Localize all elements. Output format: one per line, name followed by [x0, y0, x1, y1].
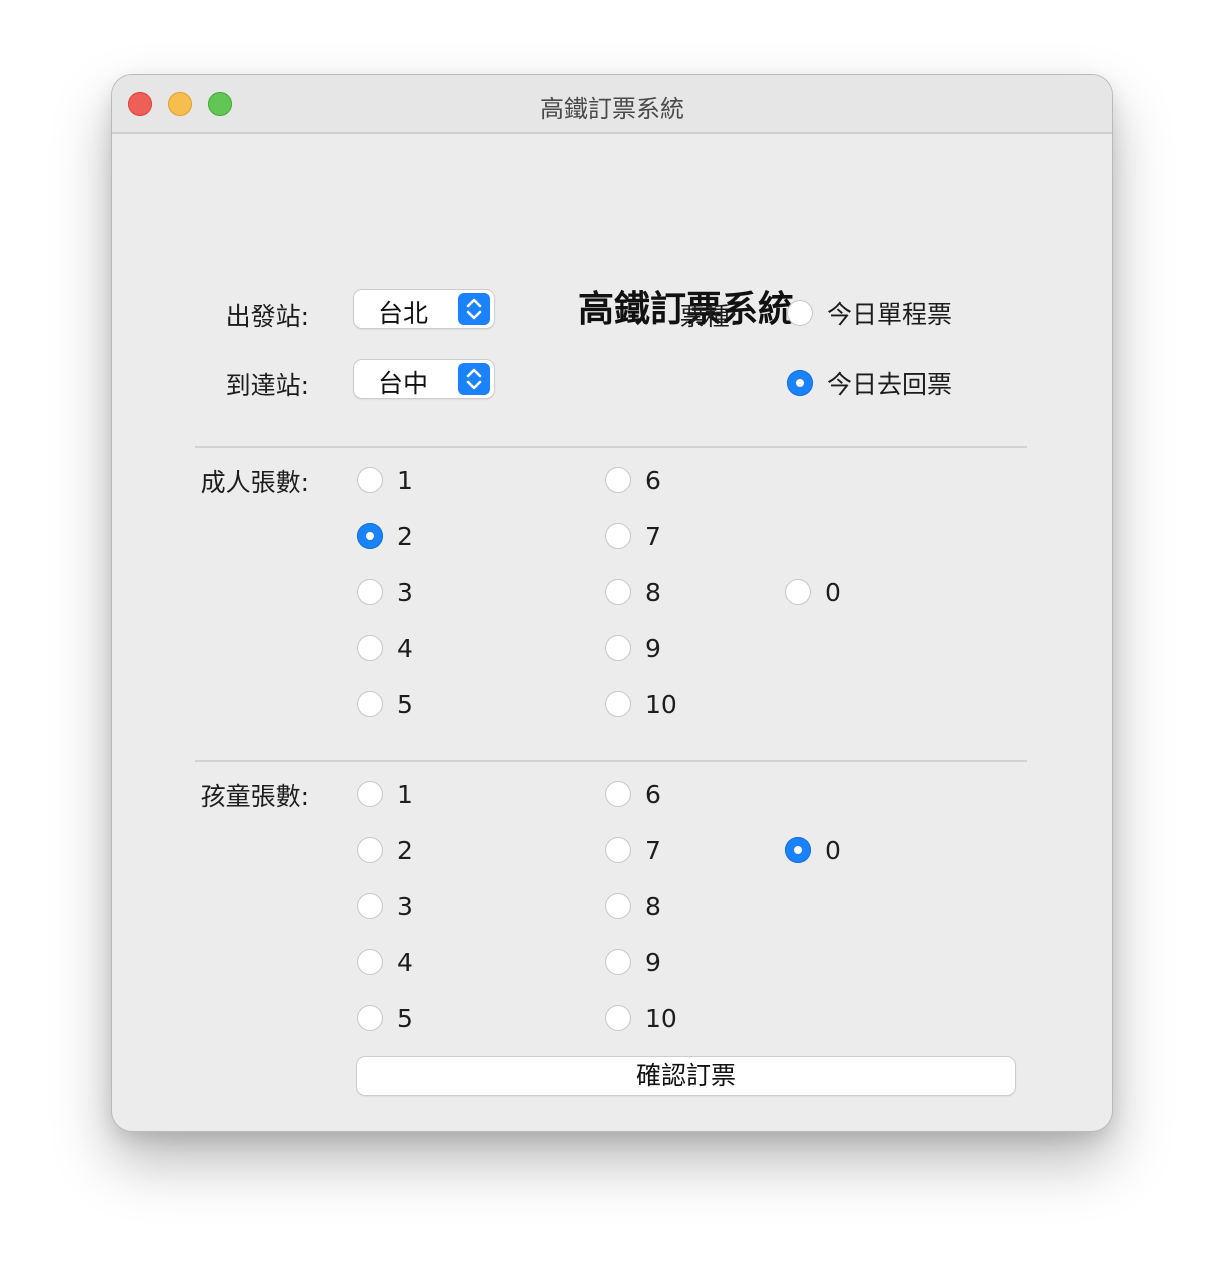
radio-circle	[357, 893, 383, 919]
radio-label: 6	[645, 779, 661, 809]
confirm-booking-button[interactable]: 確認訂票	[357, 1057, 1015, 1095]
radio-label: 0	[825, 835, 841, 865]
radio-circle	[357, 781, 383, 807]
radio-label: 10	[645, 1003, 677, 1033]
child-radio-0[interactable]: 0	[785, 833, 841, 867]
departure-select[interactable]: 台北	[354, 290, 494, 328]
radio-label: 7	[645, 521, 661, 551]
adult-radio-0[interactable]: 0	[785, 575, 841, 609]
ticket-type-radio-round-trip[interactable]: 今日去回票	[787, 366, 952, 400]
child-radio-10[interactable]: 10	[605, 1001, 677, 1035]
adult-radio-8[interactable]: 8	[605, 575, 661, 609]
chevron-up-down-icon	[458, 293, 490, 325]
radio-label: 4	[397, 633, 413, 663]
child-radio-6[interactable]: 6	[605, 777, 661, 811]
radio-label: 8	[645, 891, 661, 921]
child-radio-1[interactable]: 1	[357, 777, 413, 811]
radio-circle	[357, 1005, 383, 1031]
radio-label: 9	[645, 633, 661, 663]
radio-label: 1	[397, 779, 413, 809]
radio-label: 3	[397, 577, 413, 607]
ticket-type-label: 票種:	[679, 302, 738, 331]
child-radio-5[interactable]: 5	[357, 1001, 413, 1035]
radio-circle	[605, 691, 631, 717]
radio-circle	[605, 467, 631, 493]
radio-label: 9	[645, 947, 661, 977]
radio-label: 0	[825, 577, 841, 607]
radio-circle	[605, 893, 631, 919]
radio-circle	[357, 523, 383, 549]
arrival-value: 台中	[378, 369, 429, 398]
radio-circle	[605, 837, 631, 863]
adult-radio-4[interactable]: 4	[357, 631, 413, 665]
form-panel: 高鐵訂票系統 出發站: 台北 到達站: 台中 票種: 今日單程票 今日去回票 成…	[112, 134, 1112, 1131]
radio-label: 2	[397, 835, 413, 865]
title-bar: 高鐵訂票系統	[112, 75, 1112, 134]
radio-circle	[357, 949, 383, 975]
divider	[195, 446, 1027, 448]
radio-circle	[787, 370, 813, 396]
arrival-select[interactable]: 台中	[354, 360, 494, 398]
departure-label: 出發站:	[225, 302, 309, 331]
adult-radio-5[interactable]: 5	[357, 687, 413, 721]
departure-value: 台北	[378, 299, 429, 328]
radio-circle	[605, 1005, 631, 1031]
adult-radio-9[interactable]: 9	[605, 631, 661, 665]
divider	[195, 760, 1027, 762]
child-radio-8[interactable]: 8	[605, 889, 661, 923]
radio-label: 今日去回票	[827, 370, 953, 399]
radio-circle	[605, 523, 631, 549]
child-radio-2[interactable]: 2	[357, 833, 413, 867]
radio-circle	[605, 579, 631, 605]
child-radio-7[interactable]: 7	[605, 833, 661, 867]
radio-label: 5	[397, 1003, 413, 1033]
child-count-label: 孩童張數:	[200, 782, 309, 811]
radio-circle	[787, 300, 813, 326]
arrival-label: 到達站:	[225, 371, 309, 400]
radio-circle	[357, 691, 383, 717]
adult-radio-6[interactable]: 6	[605, 463, 661, 497]
radio-label: 1	[397, 465, 413, 495]
radio-label: 7	[645, 835, 661, 865]
radio-label: 今日單程票	[827, 300, 953, 329]
window-title: 高鐵訂票系統	[540, 95, 684, 123]
radio-circle	[357, 579, 383, 605]
adult-radio-2[interactable]: 2	[357, 519, 413, 553]
adult-radio-7[interactable]: 7	[605, 519, 661, 553]
radio-label: 3	[397, 891, 413, 921]
adult-count-label: 成人張數:	[200, 468, 309, 497]
radio-circle	[605, 949, 631, 975]
adult-radio-1[interactable]: 1	[357, 463, 413, 497]
radio-label: 2	[397, 521, 413, 551]
radio-circle	[785, 837, 811, 863]
radio-circle	[357, 635, 383, 661]
radio-circle	[785, 579, 811, 605]
ticket-type-radio-one-way[interactable]: 今日單程票	[787, 296, 952, 330]
radio-circle	[605, 635, 631, 661]
radio-label: 4	[397, 947, 413, 977]
child-radio-3[interactable]: 3	[357, 889, 413, 923]
radio-circle	[357, 467, 383, 493]
app-window: 高鐵訂票系統 高鐵訂票系統 出發站: 台北 到達站: 台中 票種: 今日單程票	[112, 75, 1112, 1131]
radio-circle	[357, 837, 383, 863]
radio-label: 5	[397, 689, 413, 719]
adult-radio-3[interactable]: 3	[357, 575, 413, 609]
radio-label: 10	[645, 689, 677, 719]
radio-label: 8	[645, 577, 661, 607]
child-radio-9[interactable]: 9	[605, 945, 661, 979]
child-radio-4[interactable]: 4	[357, 945, 413, 979]
radio-label: 6	[645, 465, 661, 495]
adult-radio-10[interactable]: 10	[605, 687, 677, 721]
chevron-up-down-icon	[458, 363, 490, 395]
radio-circle	[605, 781, 631, 807]
